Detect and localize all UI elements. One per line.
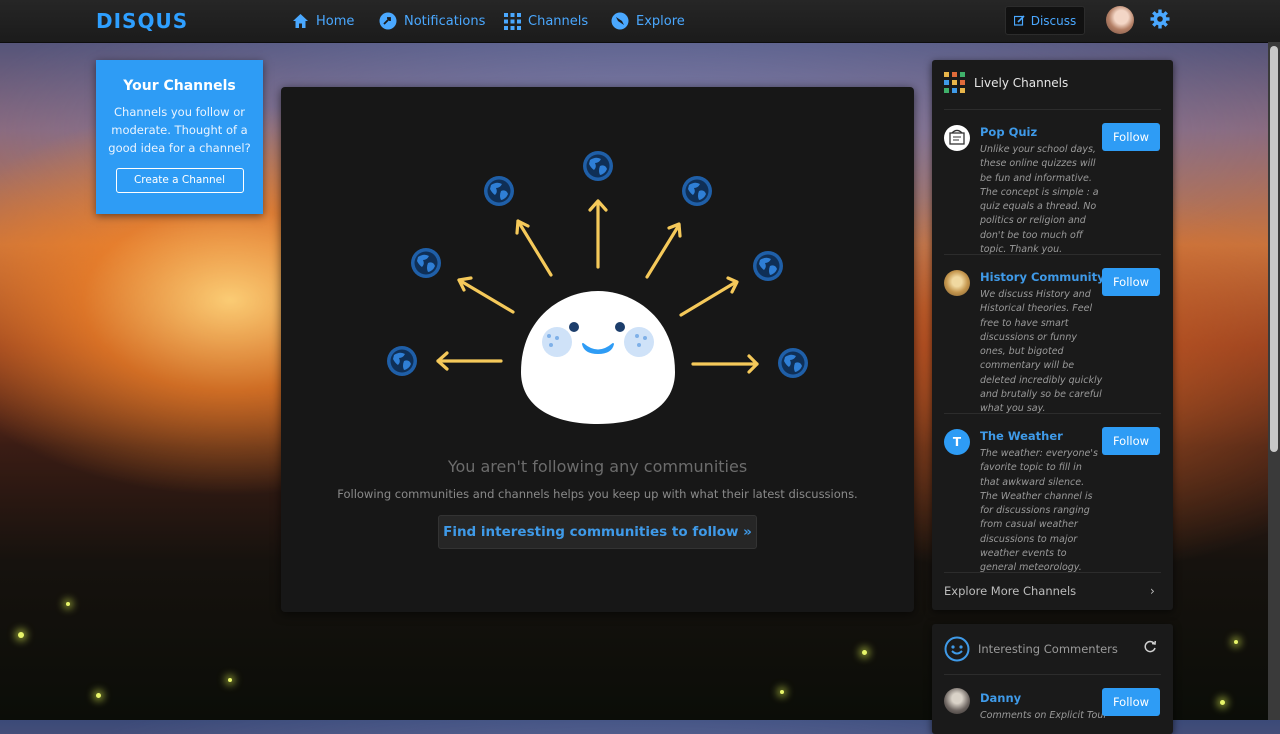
divider [944, 674, 1161, 675]
empty-state-card: You aren't following any communities Fol… [281, 87, 914, 612]
channel-avatar[interactable] [944, 270, 970, 296]
your-channels-panel: Your Channels Channels you follow or mod… [96, 60, 263, 214]
channel-name[interactable]: Pop Quiz [980, 125, 1037, 139]
home-icon [293, 14, 308, 28]
nav-channels[interactable]: Channels [504, 11, 588, 31]
your-channels-title: Your Channels [123, 78, 236, 94]
gear-icon[interactable] [1150, 9, 1170, 29]
follow-button[interactable]: Follow [1102, 688, 1160, 716]
lively-channels-header: Lively Channels [944, 72, 1068, 94]
smiley-icon [944, 636, 970, 662]
firefly [1220, 700, 1225, 705]
follow-button[interactable]: Follow [1102, 427, 1160, 455]
lively-channels-title: Lively Channels [974, 76, 1069, 90]
nav-home-label: Home [316, 13, 355, 29]
firefly [228, 678, 232, 682]
lively-channels-panel: Lively Channels Pop Quiz Unlike your sch… [932, 60, 1173, 610]
empty-state-illustration [387, 151, 808, 424]
firefly [862, 650, 867, 655]
channel-avatar[interactable]: T [944, 429, 970, 455]
top-navigation-bar: DISQUS Home Notifications Channels Explo… [0, 0, 1280, 43]
commenter-name[interactable]: Danny [980, 691, 1021, 705]
nav-explore-label: Explore [636, 13, 685, 29]
commenter-avatar[interactable] [944, 688, 970, 714]
create-channel-button[interactable]: Create a Channel [115, 168, 244, 193]
discuss-button[interactable]: Discuss [1005, 6, 1085, 35]
channel-name[interactable]: History Community [980, 270, 1105, 284]
disqus-logo[interactable]: DISQUS [96, 9, 188, 33]
explore-more-channels-link[interactable]: Explore More Channels [944, 584, 1076, 598]
firefly [18, 632, 24, 638]
empty-state-title: You aren't following any communities [447, 457, 748, 476]
chevron-right-icon[interactable]: › [1150, 584, 1155, 598]
channel-description: The weather: everyone's favorite topic t… [980, 448, 1098, 574]
edit-icon [1013, 15, 1025, 26]
globe-icon [387, 346, 417, 376]
channel-name[interactable]: The Weather [980, 429, 1063, 443]
firefly [96, 693, 101, 698]
globe-icon [583, 151, 613, 181]
nav-notifications-label: Notifications [404, 13, 486, 29]
interesting-commenters-header: Interesting Commenters [944, 636, 1118, 662]
empty-state-subtitle: Following communities and channels helps… [337, 487, 858, 501]
firefly [66, 602, 70, 606]
firefly [780, 690, 784, 694]
scrollbar-thumb[interactable] [1270, 46, 1278, 452]
divider [944, 254, 1161, 255]
arrow [516, 219, 553, 277]
disqus-mascot [521, 291, 675, 424]
user-avatar[interactable] [1106, 6, 1134, 34]
notifications-icon [379, 12, 397, 30]
channel-description: Unlike your school days, these online qu… [980, 144, 1099, 256]
firefly [1234, 640, 1238, 644]
divider [944, 109, 1161, 110]
nav-home[interactable]: Home [292, 11, 354, 31]
discuss-button-label: Discuss [1030, 13, 1077, 28]
compass-icon [611, 12, 629, 30]
globe-icon [778, 348, 808, 378]
find-communities-button[interactable]: Find interesting communities to follow » [438, 515, 757, 549]
interesting-commenters-panel: Interesting Commenters Danny Comments on… [932, 624, 1173, 734]
refresh-icon[interactable] [1144, 640, 1157, 653]
arrow [457, 278, 515, 314]
channel-avatar[interactable] [944, 125, 970, 151]
nav-notifications[interactable]: Notifications [379, 11, 485, 31]
your-channels-text: Channels you follow or moderate. Thought… [108, 105, 251, 155]
follow-button[interactable]: Follow [1102, 268, 1160, 296]
divider [944, 413, 1161, 414]
globe-icon [682, 176, 712, 206]
arrow [645, 223, 681, 279]
divider [944, 572, 1161, 573]
commenter-description: Comments on Explicit Tour [980, 710, 1108, 721]
follow-button[interactable]: Follow [1102, 123, 1160, 151]
arrow [679, 280, 738, 317]
globe-icon [411, 248, 441, 278]
quiz-icon [949, 129, 965, 145]
colorful-grid-icon [944, 72, 965, 93]
nav-channels-label: Channels [528, 13, 589, 29]
channel-description: We discuss History and Historical theori… [980, 289, 1103, 415]
grid-icon [504, 12, 521, 30]
nav-explore[interactable]: Explore [611, 11, 685, 31]
globe-icon [484, 176, 514, 206]
globe-icon [753, 251, 783, 281]
interesting-commenters-title: Interesting Commenters [978, 642, 1118, 656]
